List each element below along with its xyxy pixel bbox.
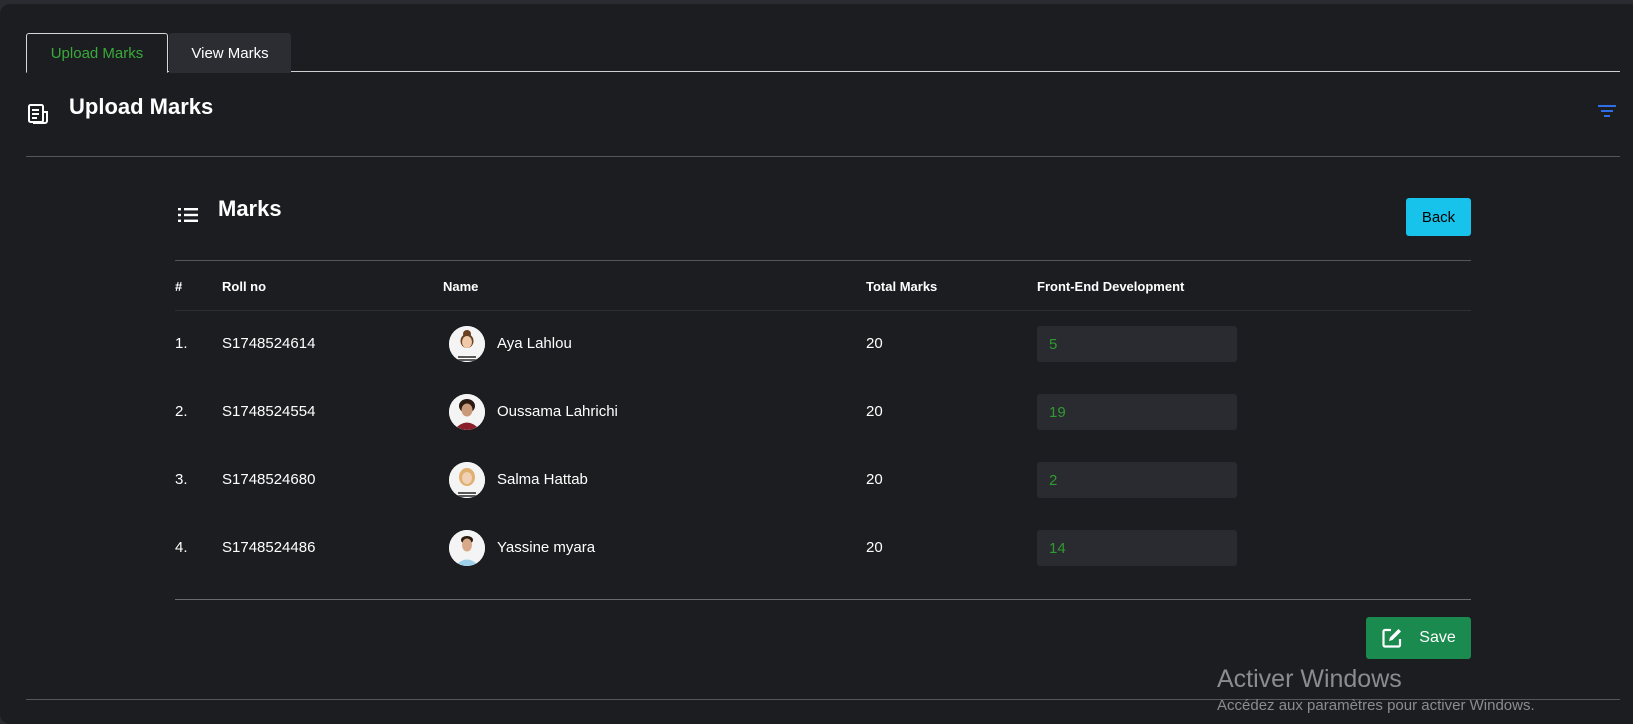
windows-activation-subtitle: Accédez aux paramètres pour activer Wind… xyxy=(1217,697,1535,714)
total-marks: 20 xyxy=(866,471,883,488)
header-divider xyxy=(26,156,1620,157)
col-header-roll: Roll no xyxy=(222,279,267,294)
student-name: Aya Lahlou xyxy=(497,335,572,352)
col-header-number: # xyxy=(175,279,183,294)
avatar xyxy=(449,530,485,566)
save-button[interactable]: Save xyxy=(1366,617,1471,659)
save-label: Save xyxy=(1419,629,1456,646)
row-number: 4. xyxy=(175,539,188,556)
row-number: 2. xyxy=(175,403,188,420)
mark-input[interactable] xyxy=(1037,326,1237,362)
panel-title: Marks xyxy=(218,196,282,221)
avatar xyxy=(449,326,485,362)
page-title: Upload Marks xyxy=(69,94,214,119)
student-name: Salma Hattab xyxy=(497,471,588,488)
col-header-name: Name xyxy=(443,279,479,294)
mark-input[interactable] xyxy=(1037,530,1237,566)
total-marks: 20 xyxy=(866,539,883,556)
row-number: 1. xyxy=(175,335,188,352)
filter-icon[interactable] xyxy=(1598,104,1616,118)
list-icon xyxy=(178,208,198,222)
app-frame: Upload Marks View Marks xyxy=(0,4,1633,724)
document-icon xyxy=(28,104,48,124)
total-marks: 20 xyxy=(866,335,883,352)
panel-divider-top xyxy=(175,260,1471,261)
roll-number: S1748524614 xyxy=(222,335,316,352)
tab-upload-marks[interactable]: Upload Marks xyxy=(26,33,168,73)
roll-number: S1748524554 xyxy=(222,403,316,420)
tab-view-marks[interactable]: View Marks xyxy=(169,33,291,73)
row-number: 3. xyxy=(175,471,188,488)
header-row-divider xyxy=(175,310,1471,311)
roll-number: S1748524680 xyxy=(222,471,316,488)
total-marks: 20 xyxy=(866,403,883,420)
edit-icon xyxy=(1382,628,1402,648)
mark-input[interactable] xyxy=(1037,394,1237,430)
roll-number: S1748524486 xyxy=(222,539,316,556)
student-name: Yassine myara xyxy=(497,539,596,556)
tab-bar: Upload Marks View Marks xyxy=(26,29,1620,73)
col-header-total: Total Marks xyxy=(866,279,938,294)
student-name: Oussama Lahrichi xyxy=(497,403,618,420)
back-button[interactable]: Back xyxy=(1406,198,1471,236)
windows-activation-watermark: Activer Windows xyxy=(1217,665,1402,693)
col-header-subject: Front-End Development xyxy=(1037,279,1185,294)
avatar xyxy=(449,394,485,430)
panel-divider-bottom xyxy=(175,599,1471,600)
mark-input[interactable] xyxy=(1037,462,1237,498)
avatar xyxy=(449,462,485,498)
